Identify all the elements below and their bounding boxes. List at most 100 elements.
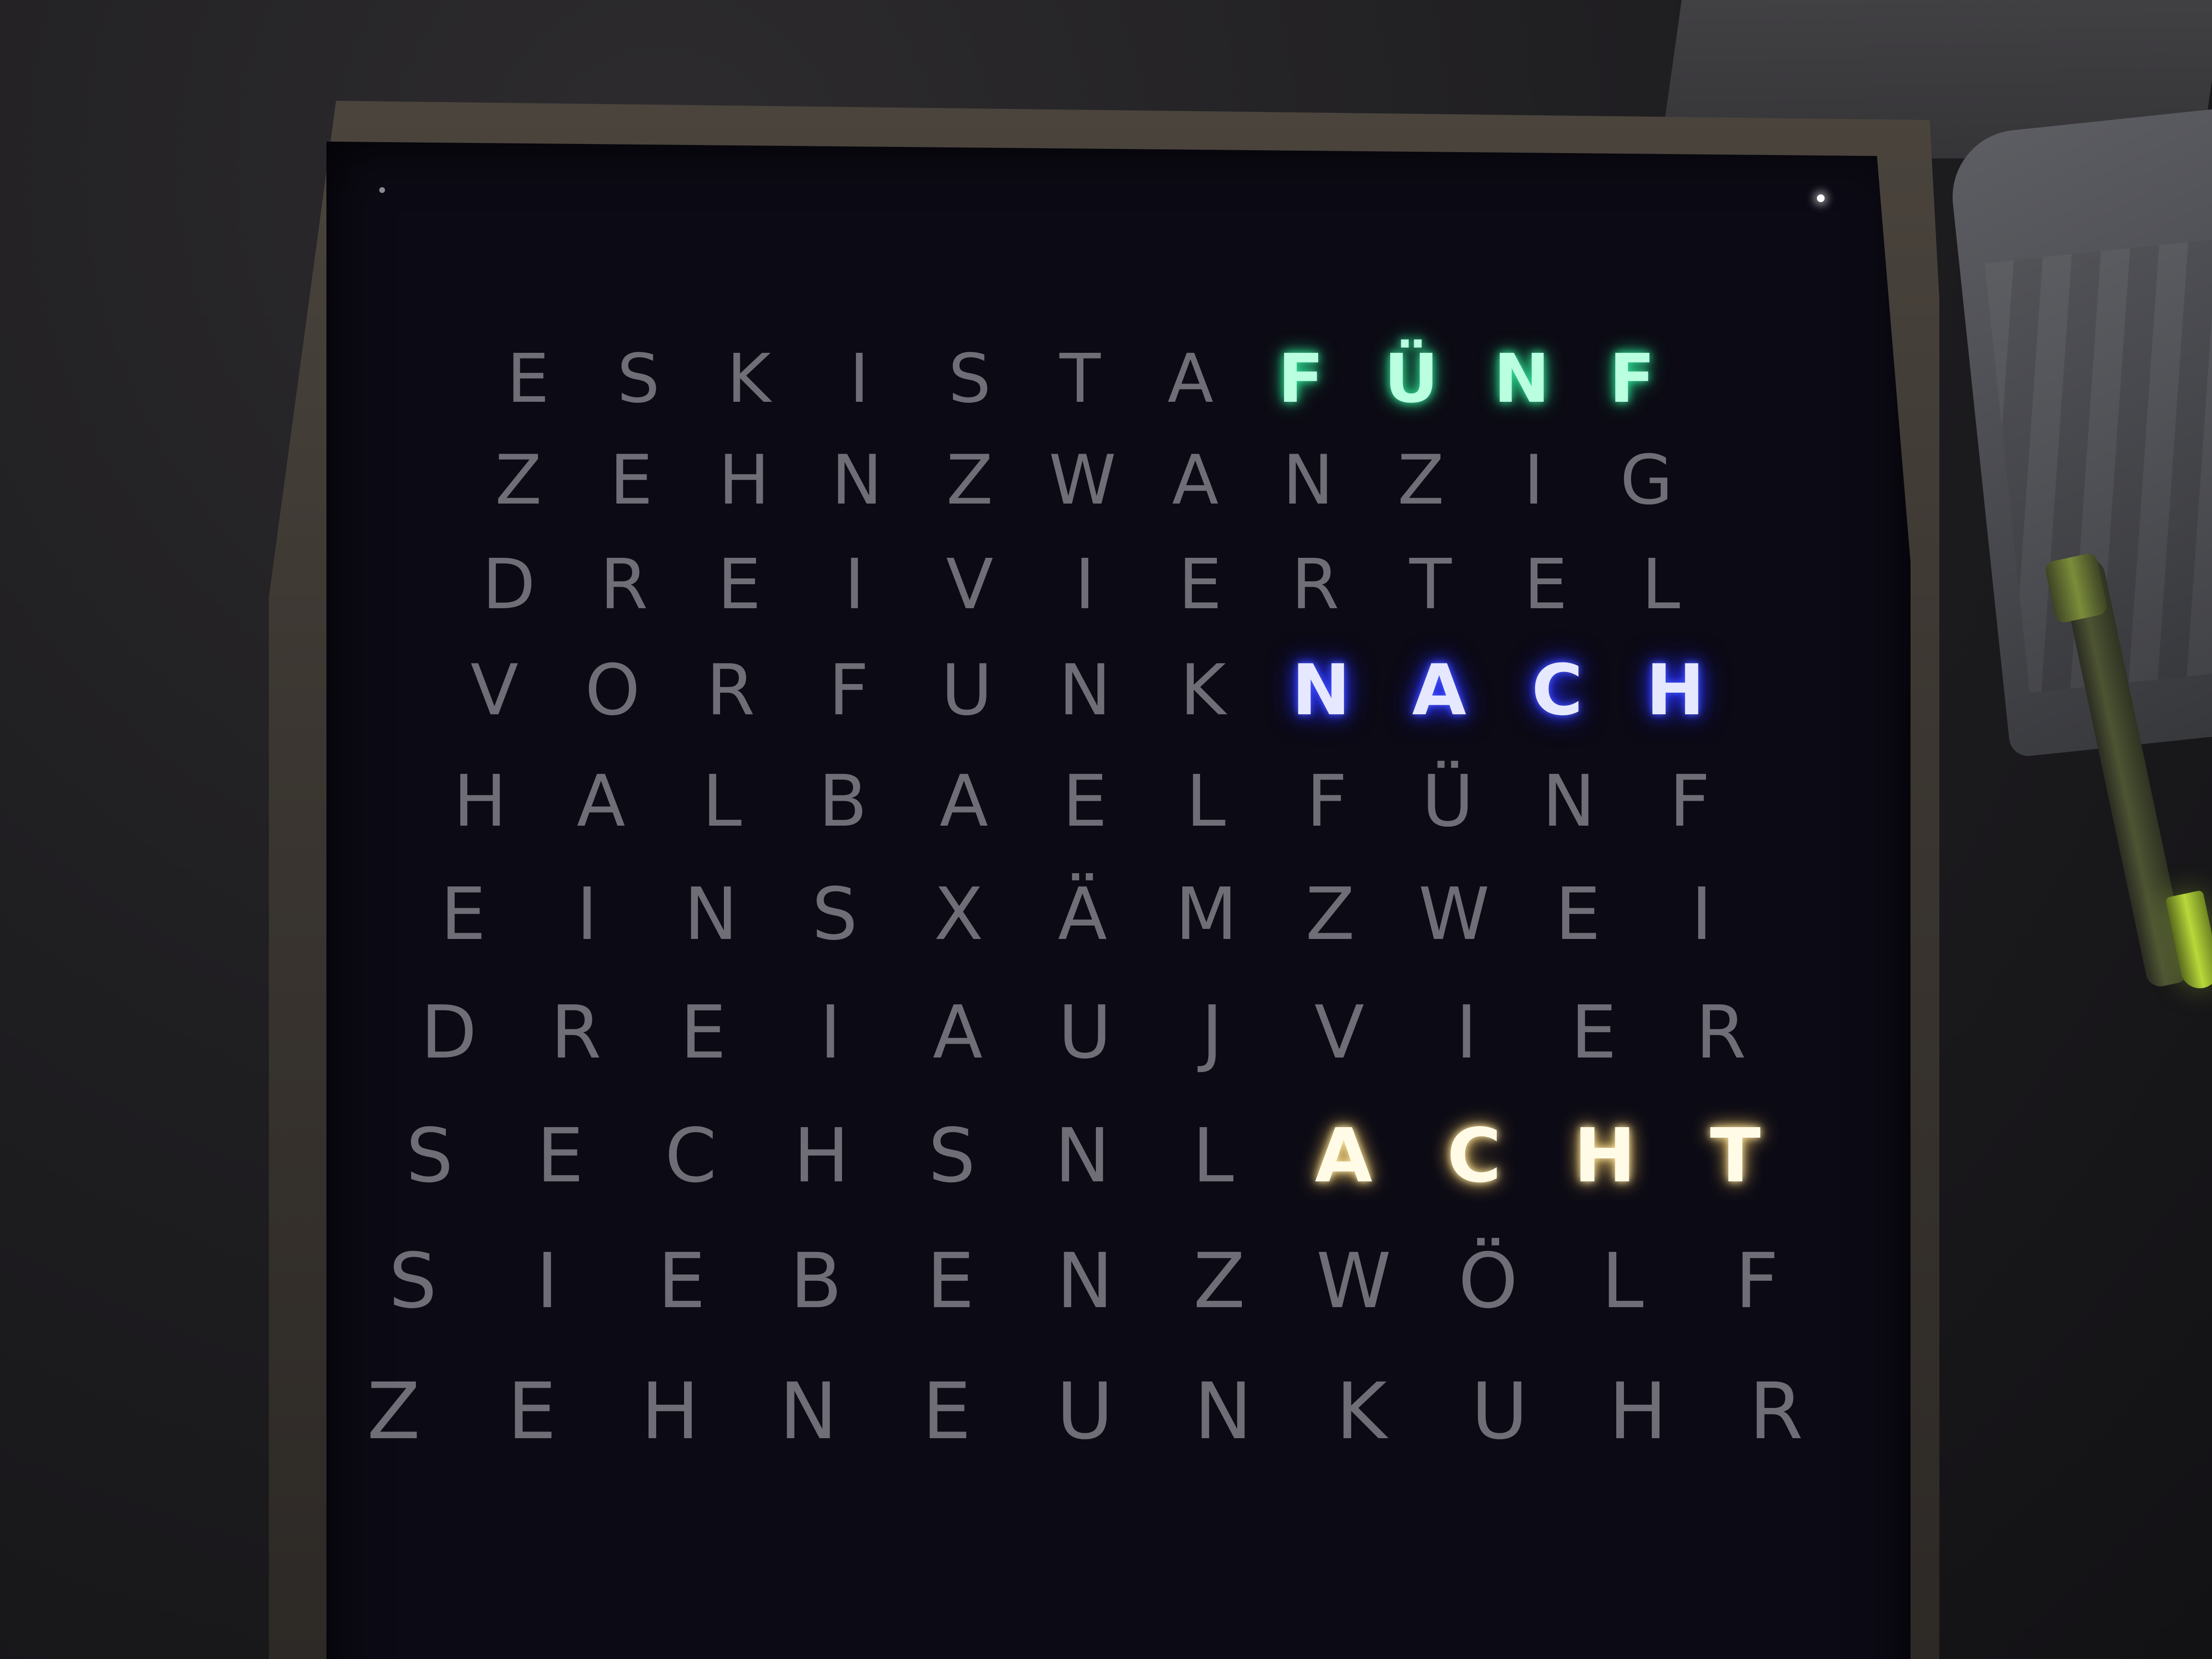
- letter: H: [793, 1112, 850, 1199]
- photo-scene: ESKISTAFÜNFZEHNZWANZIGDREIVIERTELVORFUNK…: [0, 0, 2212, 1659]
- letter: F: [1735, 1237, 1779, 1325]
- letter: I: [1691, 873, 1713, 956]
- letter: W: [1316, 1237, 1392, 1325]
- letter: H: [641, 1367, 699, 1457]
- letter: J: [1201, 990, 1223, 1075]
- letter: L: [1186, 760, 1226, 842]
- letter: U: [1056, 1367, 1114, 1457]
- letter: I: [536, 1237, 559, 1325]
- letter: V: [470, 649, 518, 731]
- letter: E: [507, 1367, 557, 1457]
- lit-letter: H: [1646, 649, 1705, 731]
- letter: C: [664, 1112, 717, 1199]
- minute-dot-top-right: [1817, 194, 1825, 202]
- letter: S: [388, 1237, 437, 1325]
- letter: Ü: [1421, 760, 1474, 842]
- letter: E: [680, 990, 727, 1075]
- letter: D: [421, 990, 477, 1075]
- letter: L: [1601, 1237, 1644, 1325]
- letter: N: [1194, 1367, 1252, 1457]
- letter: E: [1062, 760, 1107, 842]
- letter: F: [1669, 760, 1710, 842]
- letter: U: [1471, 1367, 1528, 1457]
- letter: R: [1749, 1367, 1803, 1457]
- letter: V: [1314, 990, 1364, 1075]
- letter: A: [939, 760, 988, 842]
- letter: N: [779, 1367, 838, 1457]
- letter: N: [1056, 1237, 1114, 1325]
- letter: U: [1058, 990, 1112, 1075]
- lit-letter: A: [1412, 649, 1467, 731]
- letter: B: [790, 1237, 842, 1325]
- letter: N: [1282, 441, 1334, 520]
- letter: S: [617, 340, 660, 418]
- letter: I: [849, 340, 869, 418]
- lit-letter: C: [1531, 649, 1583, 731]
- letter: G: [1620, 441, 1673, 520]
- letter: Ö: [1458, 1237, 1518, 1325]
- letter: I: [844, 544, 865, 625]
- letter: I: [1074, 544, 1095, 625]
- letter: N: [1542, 760, 1596, 842]
- letter: U: [941, 649, 993, 731]
- letter: Ä: [1058, 873, 1107, 956]
- letter: E: [1570, 990, 1617, 1075]
- letter: R: [1291, 544, 1340, 625]
- lit-letter: Ü: [1384, 340, 1439, 418]
- letter: H: [453, 760, 507, 842]
- letter: Z: [1397, 441, 1444, 520]
- letter: E: [717, 544, 761, 625]
- letter: E: [506, 340, 550, 418]
- letter: Z: [367, 1367, 421, 1457]
- letter: S: [812, 873, 858, 956]
- letter: A: [577, 760, 625, 842]
- minute-dot-top-left: [379, 187, 385, 193]
- lit-letter: F: [1609, 340, 1655, 418]
- letter: K: [1335, 1367, 1387, 1457]
- letter: A: [1167, 340, 1214, 418]
- letter: R: [1695, 990, 1746, 1075]
- letter: L: [702, 760, 742, 842]
- letter: I: [576, 873, 598, 956]
- letter: I: [1524, 441, 1544, 520]
- letter: Z: [1305, 873, 1355, 956]
- letter: A: [933, 990, 983, 1075]
- letter: T: [1059, 340, 1101, 418]
- letter: R: [551, 990, 601, 1075]
- letter: W: [1418, 873, 1490, 956]
- letter: R: [600, 544, 649, 625]
- lit-letter: A: [1315, 1112, 1372, 1199]
- letter: N: [831, 441, 883, 520]
- lit-letter: H: [1574, 1112, 1636, 1199]
- lit-letter: N: [1291, 649, 1351, 731]
- letter: K: [1180, 649, 1226, 731]
- letter: S: [928, 1112, 976, 1199]
- letter: E: [1524, 544, 1568, 625]
- lit-letter: F: [1278, 340, 1324, 418]
- letter: I: [819, 990, 842, 1075]
- letter: I: [1455, 990, 1478, 1075]
- letter: E: [1178, 544, 1222, 625]
- letter: E: [926, 1237, 974, 1325]
- letter: Z: [1193, 1237, 1246, 1325]
- letter: Z: [495, 441, 542, 520]
- letter: L: [1641, 544, 1681, 625]
- letter: N: [1058, 649, 1111, 731]
- letter: A: [1172, 441, 1219, 520]
- letter: E: [610, 441, 653, 520]
- letter: T: [1409, 544, 1452, 625]
- letter: V: [946, 544, 994, 625]
- letter: E: [658, 1237, 706, 1325]
- letter: B: [818, 760, 867, 842]
- letter: F: [829, 649, 869, 731]
- letter: Z: [946, 441, 993, 520]
- letter: R: [706, 649, 755, 731]
- lit-letter: C: [1447, 1112, 1502, 1199]
- letter: E: [440, 873, 486, 956]
- letter: N: [1055, 1112, 1110, 1199]
- letter: O: [585, 649, 640, 731]
- letter: F: [1306, 760, 1347, 842]
- letter: X: [934, 873, 984, 956]
- letter: L: [1192, 1112, 1234, 1199]
- letter: N: [684, 873, 738, 956]
